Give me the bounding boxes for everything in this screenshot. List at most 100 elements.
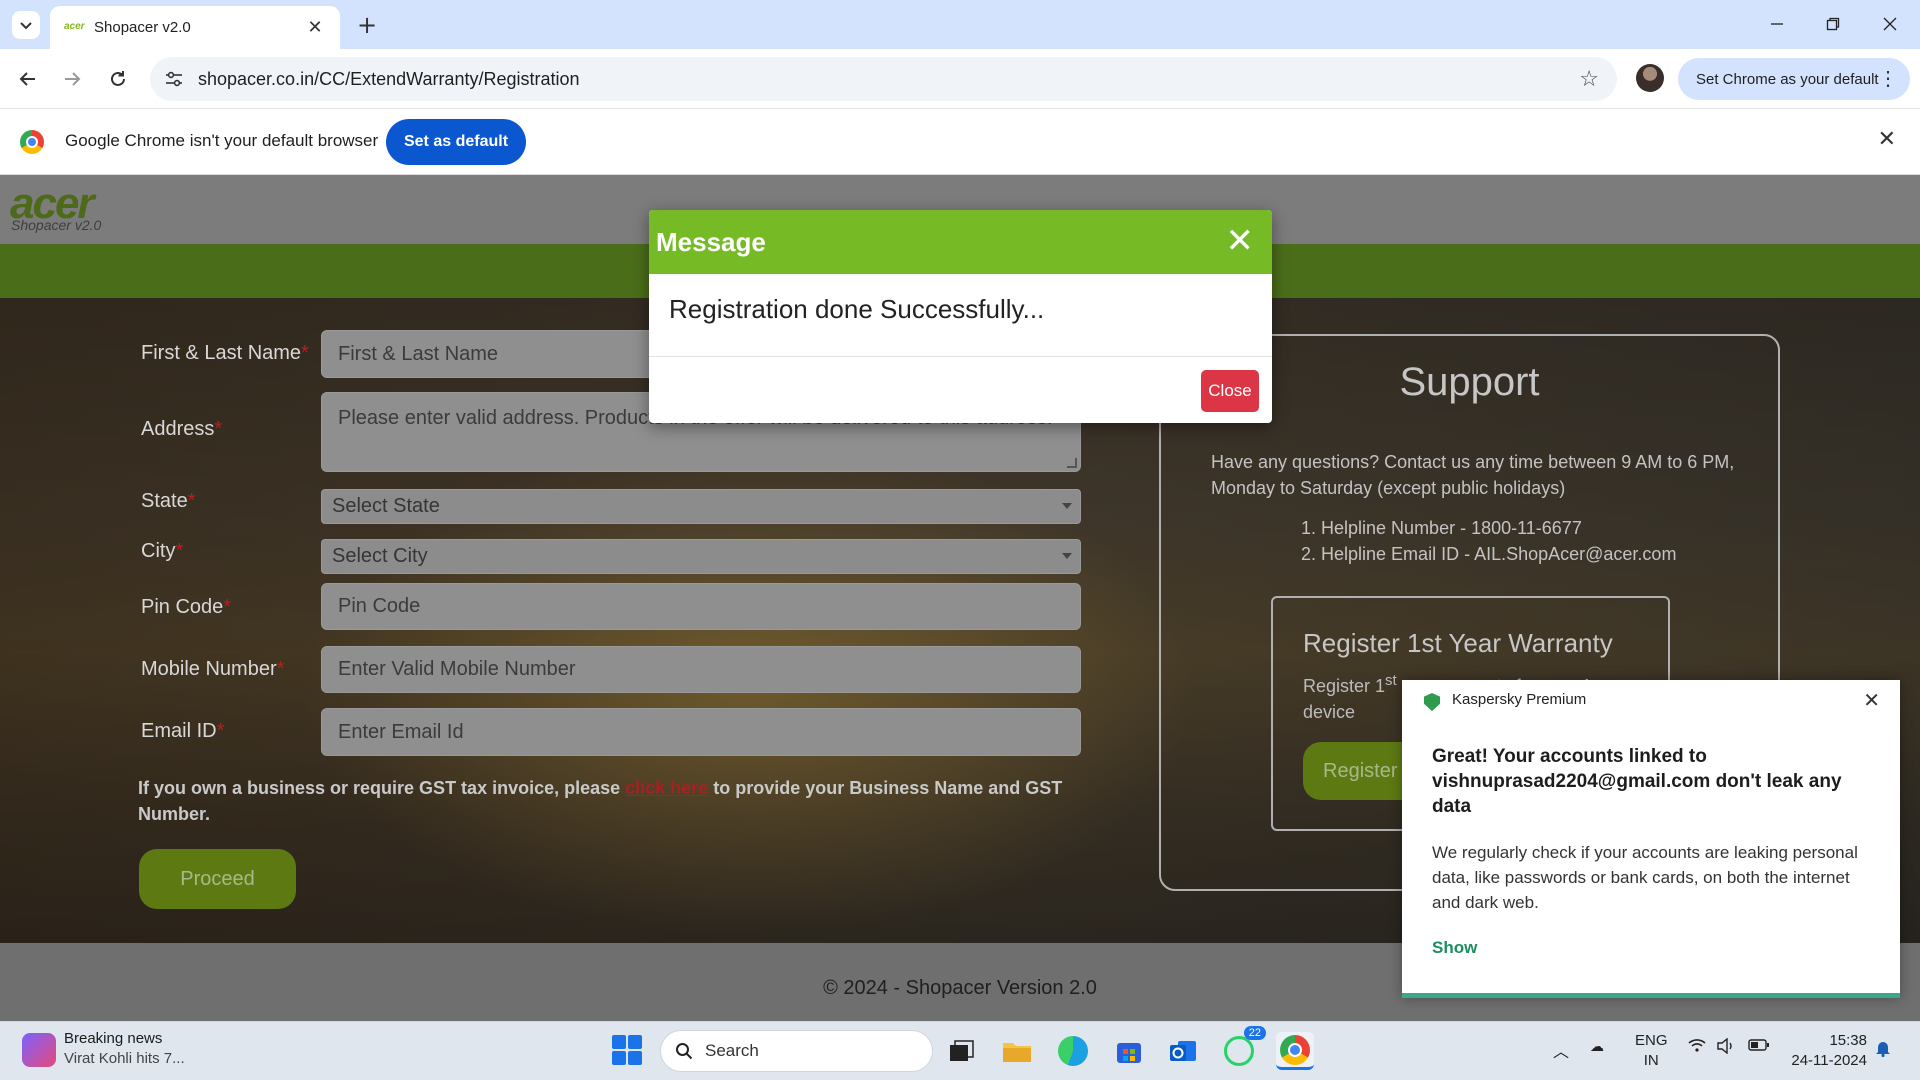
modal-message: Registration done Successfully... bbox=[649, 274, 1272, 357]
outlook-icon[interactable] bbox=[1164, 1032, 1202, 1070]
notification-bell-icon[interactable] bbox=[1875, 1039, 1891, 1062]
toast-app-name: Kaspersky Premium bbox=[1452, 691, 1587, 708]
news-subtitle[interactable]: Virat Kohli hits 7... bbox=[64, 1050, 185, 1067]
tab-close-icon[interactable]: ✕ bbox=[304, 17, 326, 38]
minimize-button[interactable] bbox=[1757, 10, 1797, 38]
email-label: Email ID* bbox=[141, 720, 225, 742]
message-modal: Message ✕ Registration done Successfully… bbox=[649, 210, 1272, 423]
kaspersky-notification: Kaspersky Premium ✕ Great! Your accounts… bbox=[1402, 680, 1900, 998]
battery-icon[interactable] bbox=[1748, 1038, 1770, 1055]
store-icon bbox=[1117, 1043, 1141, 1063]
modal-close-icon[interactable]: ✕ bbox=[1226, 224, 1255, 258]
browser-tab[interactable]: acer Shopacer v2.0 ✕ bbox=[50, 6, 340, 49]
chrome-icon bbox=[1280, 1034, 1310, 1065]
modal-header: Message bbox=[649, 210, 1272, 274]
news-widget-icon[interactable] bbox=[22, 1033, 56, 1067]
support-contact-list: 1. Helpline Number - 1800-11-6677 2. Hel… bbox=[1301, 515, 1676, 567]
news-title[interactable]: Breaking news bbox=[64, 1030, 162, 1047]
mobile-label: Mobile Number* bbox=[141, 658, 285, 680]
kebab-menu-icon[interactable]: ⋮ bbox=[1878, 66, 1898, 91]
tray-chevron-up-icon[interactable]: ︿ bbox=[1553, 1038, 1569, 1062]
onedrive-cloud-icon[interactable]: ☁ bbox=[1590, 1038, 1604, 1055]
taskbar-search-label: Search bbox=[705, 1041, 759, 1060]
close-icon bbox=[1883, 17, 1897, 31]
mobile-input[interactable]: Enter Valid Mobile Number bbox=[321, 646, 1081, 693]
pin-input[interactable]: Pin Code bbox=[321, 583, 1081, 630]
toast-show-button[interactable]: Show bbox=[1432, 938, 1477, 958]
infobar-close-icon[interactable]: ✕ bbox=[1878, 127, 1896, 152]
minimize-icon bbox=[1771, 23, 1783, 25]
state-select[interactable]: Select State bbox=[321, 489, 1081, 524]
bell-glyph bbox=[1876, 1042, 1890, 1058]
address-bar[interactable]: shopacer.co.in/CC/ExtendWarranty/Registr… bbox=[150, 57, 1617, 101]
set-as-default-button[interactable]: Set as default bbox=[386, 119, 526, 165]
speaker-glyph bbox=[1717, 1037, 1732, 1055]
microsoft-store-icon[interactable] bbox=[1110, 1032, 1148, 1070]
support-description: Have any questions? Contact us any time … bbox=[1211, 452, 1735, 498]
chrome-logo-icon bbox=[20, 130, 44, 154]
toast-close-icon[interactable]: ✕ bbox=[1863, 688, 1880, 712]
back-button[interactable] bbox=[14, 65, 42, 93]
toast-title: Great! Your accounts linked to vishnupra… bbox=[1432, 746, 1842, 817]
taskbar-search[interactable]: Search bbox=[660, 1030, 933, 1072]
windows-taskbar: Breaking news Virat Kohli hits 7... Sear… bbox=[0, 1021, 1920, 1080]
state-label: State* bbox=[141, 490, 196, 512]
logo-subtitle: Shopacer v2.0 bbox=[11, 217, 102, 233]
restore-button[interactable] bbox=[1813, 10, 1853, 38]
city-select-value: Select City bbox=[332, 545, 428, 567]
resize-grip-icon[interactable] bbox=[1067, 458, 1077, 468]
acer-favicon-icon: acer bbox=[64, 20, 85, 32]
new-tab-button[interactable]: + bbox=[352, 10, 382, 40]
close-window-button[interactable] bbox=[1870, 10, 1910, 38]
infobar-message: Google Chrome isn't your default browser bbox=[65, 131, 379, 150]
system-clock[interactable]: 15:38 24-11-2024 bbox=[1787, 1031, 1867, 1071]
tune-icon bbox=[166, 71, 182, 87]
reload-button[interactable] bbox=[104, 65, 132, 93]
tab-title: Shopacer v2.0 bbox=[94, 19, 191, 36]
chrome-taskbar-icon[interactable] bbox=[1276, 1032, 1314, 1070]
task-view-glyph bbox=[950, 1040, 974, 1061]
whatsapp-icon[interactable]: 22 bbox=[1220, 1026, 1266, 1070]
edge-browser-icon[interactable] bbox=[1054, 1032, 1092, 1070]
file-explorer-icon[interactable] bbox=[998, 1032, 1036, 1070]
email-input[interactable]: Enter Email Id bbox=[321, 708, 1081, 756]
url-text: shopacer.co.in/CC/ExtendWarranty/Registr… bbox=[198, 68, 580, 89]
city-select[interactable]: Select City bbox=[321, 539, 1081, 574]
windows-start-icon[interactable] bbox=[612, 1035, 642, 1065]
toast-body: We regularly check if your accounts are … bbox=[1432, 843, 1858, 912]
state-select-value: Select State bbox=[332, 495, 440, 517]
set-chrome-default-chip[interactable]: Set Chrome as your default ⋮ bbox=[1678, 58, 1910, 100]
gst-click-here-link[interactable]: click here bbox=[625, 778, 708, 798]
whatsapp-badge: 22 bbox=[1243, 1026, 1266, 1040]
default-browser-infobar: Google Chrome isn't your default browser… bbox=[0, 109, 1920, 175]
edge-icon bbox=[1058, 1036, 1088, 1066]
chevron-down-icon bbox=[20, 22, 32, 30]
profile-avatar[interactable] bbox=[1636, 64, 1664, 92]
wifi-icon[interactable] bbox=[1688, 1038, 1706, 1055]
modal-title: Message bbox=[656, 226, 766, 257]
modal-close-button[interactable]: Close bbox=[1201, 370, 1259, 412]
task-view-icon[interactable] bbox=[942, 1032, 980, 1070]
pin-label: Pin Code* bbox=[141, 596, 232, 618]
site-info-icon[interactable] bbox=[162, 67, 186, 91]
name-label: First & Last Name* bbox=[141, 342, 309, 364]
forward-button[interactable] bbox=[58, 65, 86, 93]
kaspersky-shield-icon bbox=[1424, 693, 1440, 711]
city-label: City* bbox=[141, 540, 184, 562]
restore-icon bbox=[1826, 17, 1840, 31]
helpline-email: 2. Helpline Email ID - AIL.ShopAcer@acer… bbox=[1301, 544, 1677, 564]
volume-icon[interactable] bbox=[1716, 1037, 1736, 1057]
battery-glyph bbox=[1748, 1039, 1769, 1051]
tab-strip: acer Shopacer v2.0 ✕ + bbox=[0, 0, 1920, 49]
warranty-title: Register 1st Year Warranty bbox=[1303, 628, 1613, 658]
dropdown-caret-icon bbox=[1062, 553, 1072, 559]
bookmark-star-icon[interactable]: ☆ bbox=[1579, 67, 1599, 92]
proceed-button[interactable]: Proceed bbox=[139, 849, 296, 909]
set-default-chip-label: Set Chrome as your default bbox=[1696, 70, 1879, 88]
input-language[interactable]: ENG IN bbox=[1635, 1031, 1668, 1071]
back-arrow-icon bbox=[19, 72, 35, 86]
reload-icon bbox=[111, 71, 125, 86]
address-label: Address* bbox=[141, 418, 223, 440]
tab-search-button[interactable] bbox=[12, 11, 40, 39]
gst-note: If you own a business or require GST tax… bbox=[138, 778, 1063, 824]
